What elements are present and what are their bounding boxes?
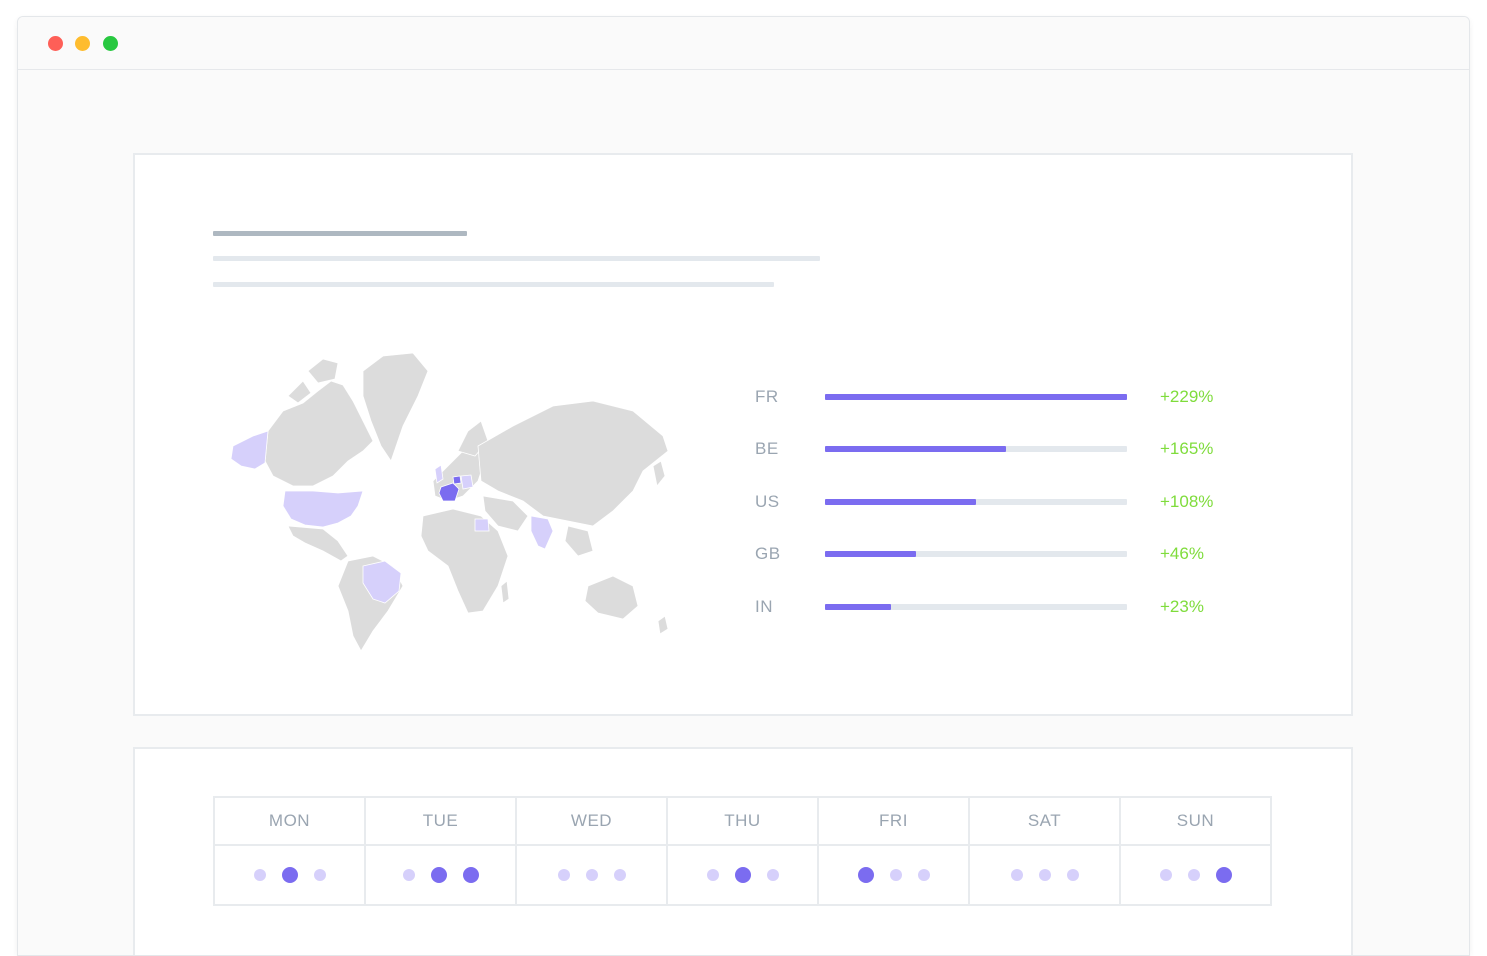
country-code: BE [755, 439, 779, 458]
activity-dot [253, 869, 266, 881]
geo-stats-card: FR +229% BE +165% US +108% GB +46% IN +23% [133, 153, 1353, 716]
weekday-label: SUN [1121, 798, 1270, 846]
country-row-in: IN +23% [755, 595, 1235, 619]
activity-dots [366, 846, 515, 904]
map-egypt [474, 518, 490, 532]
growth-bar-fill [825, 394, 1127, 400]
map-mexico [287, 525, 349, 562]
growth-bar-track [825, 551, 1127, 557]
activity-dot [1066, 869, 1079, 881]
text-placeholder-line [213, 256, 820, 261]
activity-dot [585, 869, 598, 881]
activity-dot [917, 869, 930, 881]
map-africa [420, 508, 509, 614]
weekday-column-wed: WED [517, 798, 668, 904]
growth-bar-fill [825, 446, 1007, 452]
activity-dot-active [281, 867, 298, 883]
growth-bar-fill [825, 499, 976, 505]
growth-bar-fill [825, 604, 892, 610]
activity-dot [766, 869, 779, 881]
country-row-fr: FR +229% [755, 385, 1235, 409]
activity-dots [215, 846, 364, 904]
activity-dot [1010, 869, 1023, 881]
country-code: IN [755, 597, 773, 616]
map-greenland [362, 352, 429, 462]
world-map [230, 352, 669, 651]
weekly-activity-card: MON TUE WED THU FRI SAT SUN [133, 747, 1353, 955]
activity-dot [557, 869, 570, 881]
map-canada [264, 380, 374, 487]
country-code: FR [755, 387, 779, 406]
weekday-column-tue: TUE [366, 798, 517, 904]
growth-percentage: +165% [1160, 439, 1214, 458]
activity-dot [1159, 869, 1172, 881]
close-window-button[interactable] [48, 36, 63, 51]
activity-dot [402, 869, 415, 881]
growth-bar-track [825, 499, 1127, 505]
country-row-gb: GB +46% [755, 542, 1235, 566]
maximize-window-button[interactable] [103, 36, 118, 51]
activity-dot-active [430, 867, 447, 883]
activity-dot-active [462, 867, 479, 883]
weekday-column-sun: SUN [1121, 798, 1270, 904]
growth-percentage: +46% [1160, 544, 1204, 563]
activity-dots [668, 846, 817, 904]
weekday-column-sat: SAT [970, 798, 1121, 904]
minimize-window-button[interactable] [75, 36, 90, 51]
text-placeholder-line [213, 282, 774, 287]
window-titlebar [18, 17, 1469, 70]
map-australia [584, 575, 639, 620]
growth-percentage: +108% [1160, 492, 1214, 511]
weekday-label: TUE [366, 798, 515, 846]
activity-dots [819, 846, 968, 904]
activity-dot [313, 869, 326, 881]
country-code: GB [755, 544, 781, 563]
activity-dots [970, 846, 1119, 904]
growth-percentage: +229% [1160, 387, 1214, 406]
title-placeholder-line [213, 231, 467, 236]
weekday-label: SAT [970, 798, 1119, 846]
map-arctic-islands [307, 358, 339, 384]
activity-dot [1038, 869, 1051, 881]
country-row-us: US +108% [755, 490, 1235, 514]
weekday-label: MON [215, 798, 364, 846]
growth-bar-track [825, 394, 1127, 400]
country-code: US [755, 492, 780, 511]
weekday-label: THU [668, 798, 817, 846]
app-window: FR +229% BE +165% US +108% GB +46% IN +23% MON TUE… [17, 16, 1470, 956]
map-usa [282, 490, 364, 528]
map-belgium [452, 475, 462, 485]
weekday-column-thu: THU [668, 798, 819, 904]
growth-bar-fill [825, 551, 916, 557]
weekday-column-fri: FRI [819, 798, 970, 904]
weekday-label: FRI [819, 798, 968, 846]
activity-dot [889, 869, 902, 881]
map-japan [652, 460, 666, 487]
weekday-grid: MON TUE WED THU FRI SAT SUN [213, 796, 1272, 906]
activity-dot [613, 869, 626, 881]
activity-dots [517, 846, 666, 904]
growth-bar-track [825, 604, 1127, 610]
activity-dot-active [734, 867, 751, 883]
growth-bar-track [825, 446, 1127, 452]
activity-dots [1121, 846, 1270, 904]
map-new-zealand [657, 615, 669, 635]
country-row-be: BE +165% [755, 437, 1235, 461]
weekday-label: WED [517, 798, 666, 846]
activity-dot [1187, 869, 1200, 881]
growth-percentage: +23% [1160, 597, 1204, 616]
map-india [530, 515, 554, 550]
activity-dot-active [1215, 867, 1232, 883]
map-germany [460, 474, 474, 490]
map-alaska [230, 430, 269, 470]
activity-dot-active [857, 867, 874, 883]
weekday-column-mon: MON [215, 798, 366, 904]
map-southeast-asia [564, 525, 594, 557]
activity-dot [706, 869, 719, 881]
map-madagascar [500, 580, 510, 604]
